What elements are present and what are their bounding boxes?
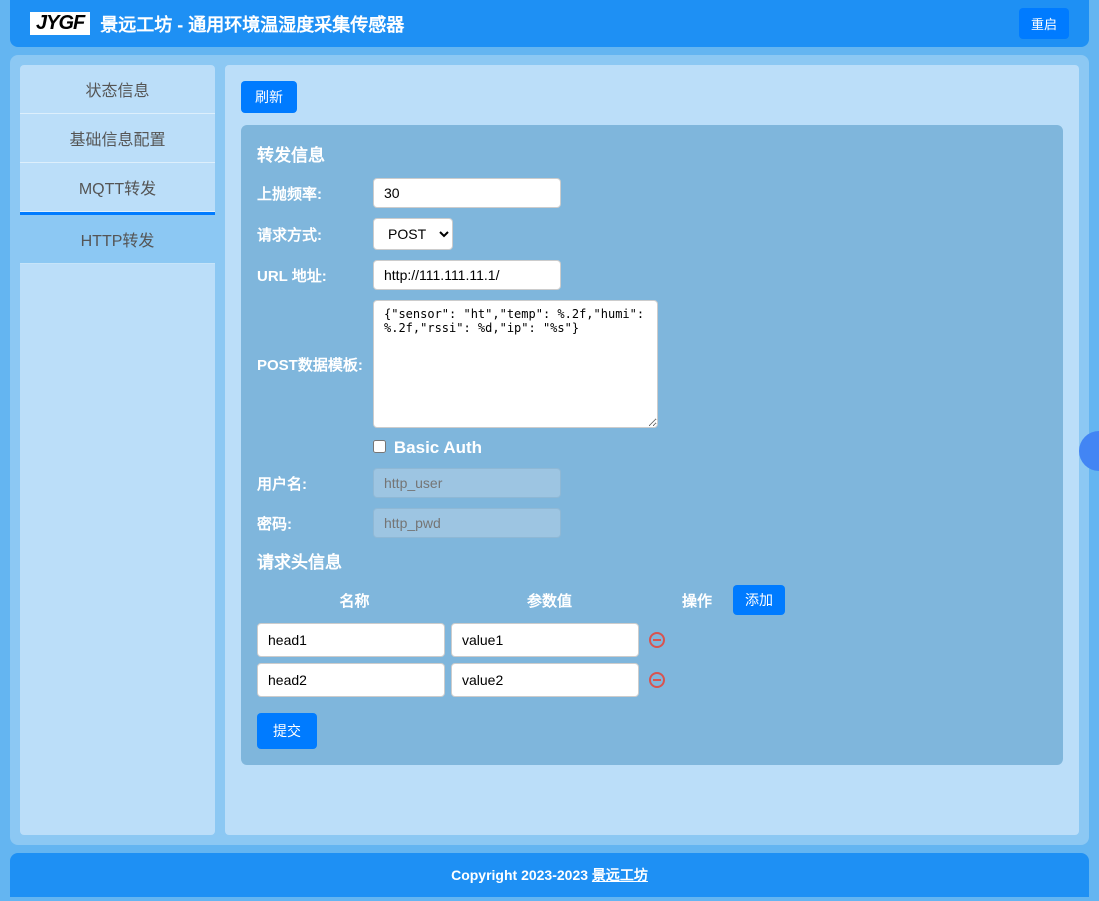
input-frequency[interactable] — [373, 178, 561, 208]
label-password: 密码: — [257, 513, 373, 534]
form-row-post-template: POST数据模板: — [257, 300, 1047, 428]
sidebar: 状态信息 基础信息配置 MQTT转发 HTTP转发 — [20, 65, 215, 835]
headers-section-title: 请求头信息 — [257, 548, 1047, 573]
col-header-name: 名称 — [257, 590, 452, 611]
input-username[interactable] — [373, 468, 561, 498]
select-method[interactable]: POST GET — [373, 218, 453, 250]
label-method: 请求方式: — [257, 224, 373, 245]
col-header-value: 参数值 — [452, 590, 647, 611]
section-title: 转发信息 — [257, 141, 1047, 166]
header-row — [257, 663, 1047, 697]
submit-button[interactable]: 提交 — [257, 713, 317, 749]
restart-button[interactable]: 重启 — [1019, 8, 1069, 39]
headers-table-header: 名称 参数值 操作 添加 — [257, 585, 1047, 615]
label-url: URL 地址: — [257, 265, 373, 286]
header-value-input[interactable] — [451, 663, 639, 697]
footer-copyright: Copyright 2023-2023 — [451, 867, 592, 883]
logo: JYGF — [30, 12, 90, 35]
form-row-basic-auth: Basic Auth — [373, 438, 1047, 458]
form-row-username: 用户名: — [257, 468, 1047, 498]
footer-link[interactable]: 景远工坊 — [592, 867, 648, 883]
sidebar-item-basic-config[interactable]: 基础信息配置 — [20, 114, 215, 163]
add-header-button[interactable]: 添加 — [733, 585, 785, 615]
form-row-method: 请求方式: POST GET — [257, 218, 1047, 250]
form-row-frequency: 上抛频率: — [257, 178, 1047, 208]
label-frequency: 上抛频率: — [257, 183, 373, 204]
input-password[interactable] — [373, 508, 561, 538]
container: 状态信息 基础信息配置 MQTT转发 HTTP转发 刷新 转发信息 上抛频率: … — [10, 55, 1089, 845]
header-name-input[interactable] — [257, 623, 445, 657]
refresh-button[interactable]: 刷新 — [241, 81, 297, 113]
form-row-password: 密码: — [257, 508, 1047, 538]
input-url[interactable] — [373, 260, 561, 290]
footer: Copyright 2023-2023 景远工坊 — [10, 853, 1089, 897]
sidebar-item-mqtt[interactable]: MQTT转发 — [20, 163, 215, 212]
label-post-template: POST数据模板: — [257, 354, 373, 375]
header-left: JYGF 景远工坊 - 通用环境温湿度采集传感器 — [30, 11, 404, 37]
header-value-input[interactable] — [451, 623, 639, 657]
header-name-input[interactable] — [257, 663, 445, 697]
sidebar-item-status[interactable]: 状态信息 — [20, 65, 215, 114]
sidebar-item-http[interactable]: HTTP转发 — [20, 212, 215, 264]
header: JYGF 景远工坊 - 通用环境温湿度采集传感器 重启 — [10, 0, 1089, 47]
remove-icon[interactable] — [649, 632, 665, 648]
header-title: 景远工坊 - 通用环境温湿度采集传感器 — [100, 11, 404, 37]
main-content: 刷新 转发信息 上抛频率: 请求方式: POST GET URL 地址: POS… — [225, 65, 1079, 835]
header-row — [257, 623, 1047, 657]
remove-icon[interactable] — [649, 672, 665, 688]
forward-panel: 转发信息 上抛频率: 请求方式: POST GET URL 地址: POST数据… — [241, 125, 1063, 765]
form-row-url: URL 地址: — [257, 260, 1047, 290]
label-username: 用户名: — [257, 473, 373, 494]
label-basic-auth: Basic Auth — [394, 438, 482, 457]
textarea-post-template[interactable] — [373, 300, 658, 428]
checkbox-basic-auth[interactable] — [373, 440, 386, 453]
col-header-action: 操作 — [667, 590, 727, 611]
